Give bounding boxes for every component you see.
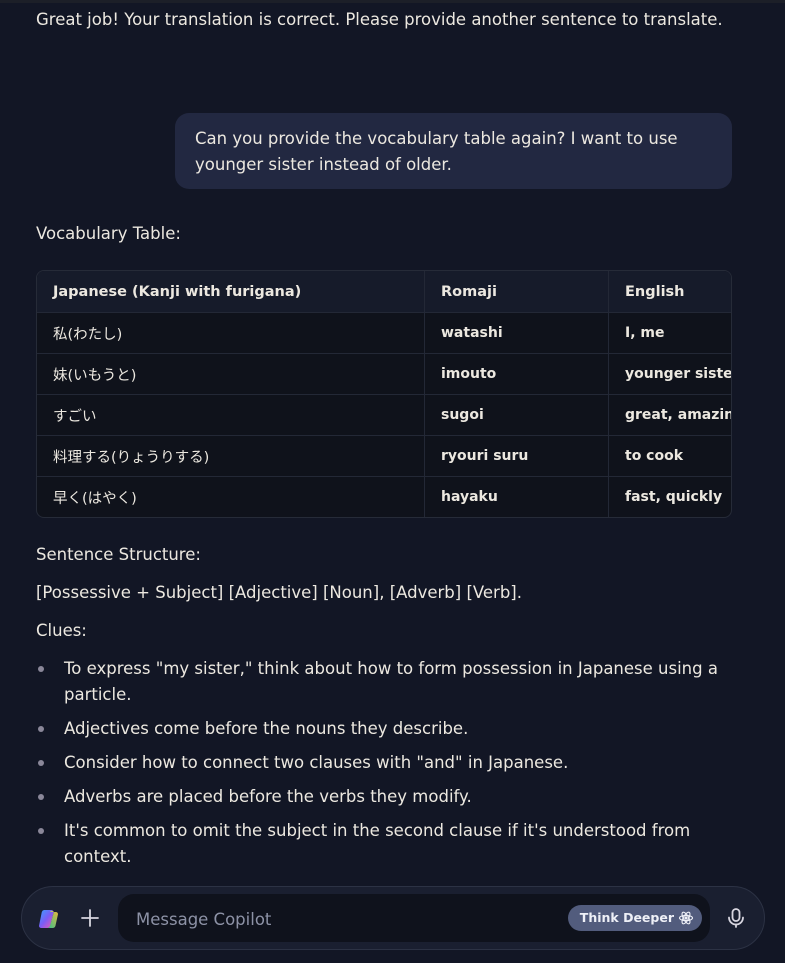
clue-text: Adverbs are placed before the verbs they… [64,787,472,806]
message-composer: Think Deeper [21,886,765,950]
table-row: 料理する(りょうりする) ryouri suru to cook [37,435,731,477]
cell-japanese: 私(わたし) [37,312,425,354]
table-header-row: Japanese (Kanji with furigana) Romaji En… [37,271,731,313]
column-header-english: English [608,271,731,313]
column-header-japanese: Japanese (Kanji with furigana) [37,271,425,313]
cell-japanese: 料理する(りょうりする) [37,435,425,477]
think-deeper-label: Think Deeper [579,910,674,925]
clue-text: Adjectives come before the nouns they de… [64,719,469,738]
cell-english: fast, quickly [625,489,723,505]
cell-romaji: hayaku [424,476,609,517]
vocab-table: Japanese (Kanji with furigana) Romaji En… [36,270,732,518]
cell-romaji: sugoi [424,394,609,436]
bullet-icon [38,760,44,766]
message-input-container: Think Deeper [118,894,710,944]
clue-text: To express "my sister," think about how … [64,659,718,704]
structure-text: [Possessive + Subject] [Adjective] [Noun… [36,583,522,602]
chat-transcript: Great job! Your translation is correct. … [0,0,785,875]
column-header-romaji: Romaji [424,271,609,313]
table-row: 私(わたし) watashi I, me [37,312,731,354]
list-item: It's common to omit the subject in the s… [36,818,736,870]
copilot-logo-icon[interactable] [37,907,61,931]
user-message-bubble: Can you provide the vocabulary table aga… [175,113,732,189]
clues-list: To express "my sister," think about how … [36,656,736,878]
list-item: Adjectives come before the nouns they de… [36,716,736,742]
table-row: 妹(いもうと) imouto younger sister [37,353,731,395]
vocab-heading: Vocabulary Table: [36,224,181,243]
list-item: To express "my sister," think about how … [36,656,736,708]
cell-english: to cook [608,435,731,477]
cell-english: younger sister [608,353,731,395]
cell-english: I, me [608,312,731,354]
structure-heading: Sentence Structure: [36,545,201,564]
cell-japanese: すごい [37,394,425,436]
add-attachment-button[interactable] [77,905,103,931]
plus-icon [81,909,99,927]
think-deeper-button[interactable]: Think Deeper [567,905,702,931]
message-input[interactable] [134,894,568,944]
cell-romaji: watashi [424,312,609,354]
clues-heading: Clues: [36,621,87,640]
clue-text: Consider how to connect two clauses with… [64,753,569,772]
cell-japanese: 早く(はやく) [37,476,425,517]
cell-romaji: imouto [424,353,609,395]
atom-icon [678,911,694,925]
bullet-icon [38,726,44,732]
bullet-icon [38,666,44,672]
microphone-icon[interactable] [724,906,748,930]
clue-text: It's common to omit the subject in the s… [64,821,691,866]
table-row: すごい sugoi great, amazing [37,394,731,436]
bullet-icon [38,828,44,834]
assistant-message-previous: Great job! Your translation is correct. … [36,10,723,29]
table-row: 早く(はやく) hayaku fast, quickly [37,476,731,517]
cell-english: great, amazing [608,394,731,436]
list-item: Adverbs are placed before the verbs they… [36,784,736,810]
bullet-icon [38,794,44,800]
list-item: Consider how to connect two clauses with… [36,750,736,776]
cell-romaji: ryouri suru [424,435,609,477]
cell-japanese: 妹(いもうと) [37,353,425,395]
